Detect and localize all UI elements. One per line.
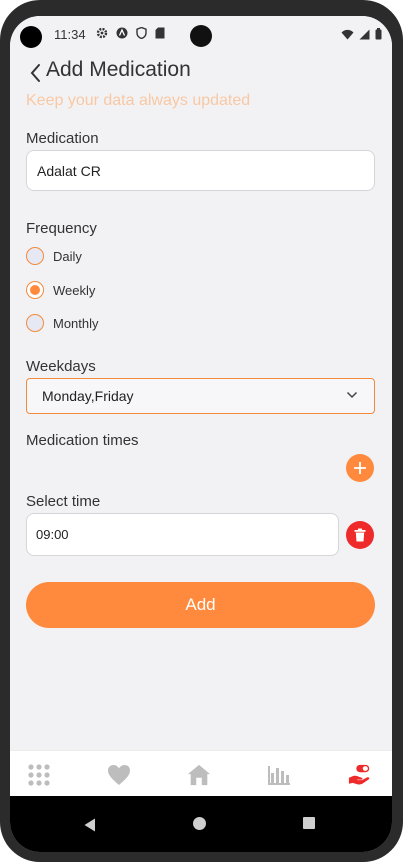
nav-stats[interactable]: [267, 763, 291, 787]
bar-chart-icon: [268, 766, 290, 785]
plus-icon: [354, 462, 366, 474]
frequency-label: Frequency: [26, 220, 97, 237]
sd-card-icon: [155, 27, 165, 42]
home-icon: [187, 764, 211, 786]
chevron-down-icon: [346, 391, 358, 399]
system-home-icon[interactable]: [193, 817, 206, 830]
radio-daily[interactable]: Daily: [26, 247, 82, 265]
system-recents-icon[interactable]: [303, 817, 315, 829]
gear-icon: [96, 27, 108, 42]
status-bar: 11:34: [10, 16, 392, 52]
add-time-button[interactable]: [346, 454, 374, 482]
nav-grid[interactable]: [27, 763, 51, 787]
radio-circle: [26, 314, 44, 332]
nav-medication[interactable]: [348, 763, 372, 787]
radio-label-monthly: Monthly: [53, 315, 99, 331]
bottom-nav: [10, 750, 392, 796]
page-title: Add Medication: [46, 58, 191, 81]
grid-icon: [28, 764, 50, 786]
system-nav-bar: [10, 796, 392, 852]
front-camera-left: [20, 26, 42, 48]
wifi-icon: [341, 27, 354, 45]
weekdays-value: Monday,Friday: [42, 388, 134, 404]
a-logo-icon: [116, 27, 128, 42]
medication-times-label: Medication times: [26, 432, 139, 449]
app-screen: 11:34 Add Medication Keep your data alwa…: [10, 16, 392, 852]
medication-input[interactable]: Adalat CR: [26, 150, 375, 191]
radio-circle: [26, 247, 44, 265]
chevron-left-icon: [30, 64, 40, 82]
medication-label: Medication: [26, 130, 99, 147]
signal-icon: [359, 27, 370, 45]
radio-monthly[interactable]: Monthly: [26, 314, 99, 332]
device-frame: 11:34 Add Medication Keep your data alwa…: [0, 0, 403, 862]
radio-label-weekly: Weekly: [53, 282, 96, 298]
weekdays-select[interactable]: Monday,Friday: [26, 378, 375, 414]
select-time-label: Select time: [26, 493, 101, 510]
weekdays-label: Weekdays: [26, 358, 96, 375]
add-button[interactable]: Add: [26, 582, 375, 628]
system-back-icon[interactable]: [84, 818, 96, 832]
time-value: 09:00: [36, 527, 69, 542]
back-button[interactable]: [28, 62, 44, 84]
delete-time-button[interactable]: [346, 521, 374, 549]
radio-label-daily: Daily: [53, 248, 82, 264]
medication-hand-icon: [348, 764, 370, 785]
nav-heart[interactable]: [107, 763, 131, 787]
status-time: 11:34: [54, 27, 86, 42]
heart-icon: [108, 765, 130, 785]
trash-icon: [354, 528, 366, 542]
time-input[interactable]: 09:00: [26, 513, 339, 556]
radio-weekly[interactable]: Weekly: [26, 281, 95, 299]
battery-icon: [375, 27, 382, 45]
front-camera: [190, 25, 212, 47]
radio-circle-selected: [26, 281, 44, 299]
medication-value: Adalat CR: [37, 162, 101, 179]
page-subtitle: Keep your data always updated: [26, 92, 251, 109]
nav-home[interactable]: [187, 763, 211, 787]
shield-icon: [136, 26, 147, 42]
